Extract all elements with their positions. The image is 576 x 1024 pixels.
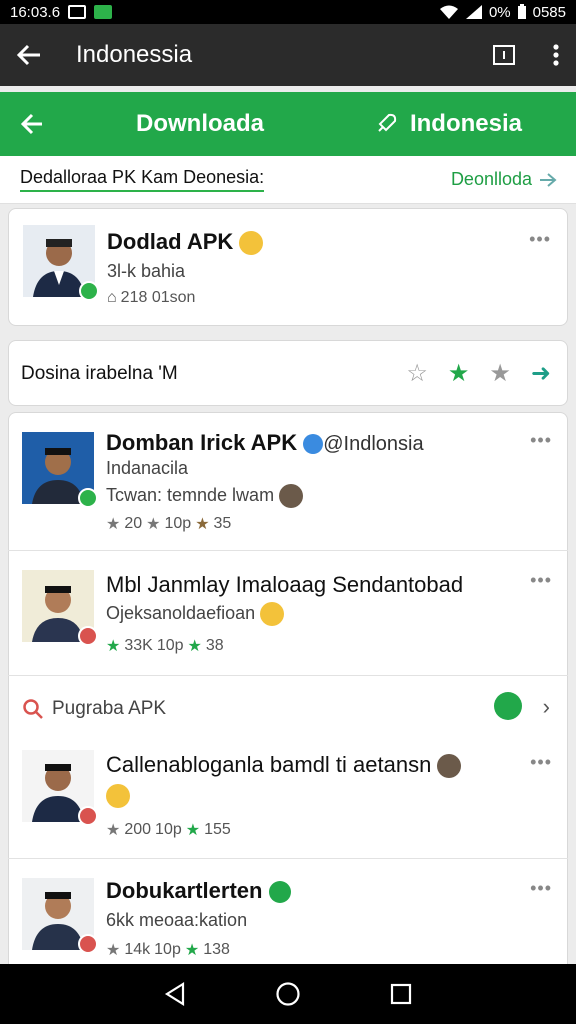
item-title: Domban Irick APK @Indlonsia — [106, 430, 424, 455]
item-subtitle: 6kk meoaa:kation — [106, 910, 248, 930]
app-meta: ⌂ 218 01son — [107, 289, 196, 306]
search-row[interactable]: Pugraba APK › — [8, 676, 568, 740]
search-icon — [23, 699, 43, 719]
verified-badge-icon — [79, 281, 99, 301]
avatar — [22, 570, 98, 646]
card-menu-icon[interactable]: ••• — [530, 430, 552, 451]
verified-green-icon — [268, 881, 291, 904]
downloads-link[interactable]: Deonlloda — [451, 169, 558, 190]
avatar — [23, 225, 99, 301]
signal-icon — [465, 5, 482, 19]
card-menu-icon[interactable]: ••• — [530, 570, 552, 591]
more-vert-icon[interactable] — [552, 43, 560, 67]
status-time: 16:03.6 — [10, 3, 61, 21]
tab-indonesia-label: Indonesia — [409, 110, 522, 137]
battery-icon — [517, 4, 526, 19]
back-arrow-icon[interactable] — [16, 44, 42, 66]
image-icon — [68, 5, 87, 19]
red-badge-icon — [78, 934, 98, 954]
star-icon: ★ — [184, 942, 200, 959]
item-meta: ★ 33K 10p ★ 38 — [106, 637, 224, 655]
avatar — [22, 878, 98, 954]
app-card[interactable]: Dodlad APK 3l-k bahia ⌂ 218 01son ••• — [8, 208, 568, 326]
red-badge-icon — [78, 626, 98, 646]
sub-header-label: Dedalloraa PK Kam Deonesia: — [20, 167, 265, 192]
item-meta: ★ 200 10p ★ 155 — [106, 821, 231, 839]
green-tab-bar: Downloada Indonesia — [0, 92, 576, 156]
card-menu-icon[interactable]: ••• — [530, 878, 552, 899]
red-badge-icon — [78, 806, 98, 826]
app-bar: Indonessia — [0, 24, 576, 86]
star-outline-icon[interactable]: ☆ — [406, 359, 428, 388]
item-title: Callenabloganla bamdl ti aetansn — [106, 752, 462, 779]
battery-percent: 0% — [488, 3, 511, 21]
forward-arrow-icon — [540, 172, 557, 187]
item-subtitle: Indanacila — [106, 458, 189, 478]
sub-header: Dedalloraa PK Kam Deonesia: Deonlloda — [0, 156, 576, 204]
star-icon: ★ — [195, 516, 210, 533]
divider — [8, 550, 568, 551]
avatar — [22, 750, 98, 826]
filter-row[interactable]: Dosina irabelna 'M ☆ ★ ★ ➜ — [8, 340, 568, 406]
item-meta: ★ 14k 10p ★ 138 — [106, 941, 230, 959]
status-right-time: 0585 — [532, 3, 566, 21]
list-item[interactable]: Domban Irick APK @Indlonsia Indanacila T… — [8, 412, 568, 548]
star-icon: ★ — [106, 516, 121, 533]
app-title: Dodlad APK — [107, 229, 264, 256]
star-filled-gray-icon[interactable]: ★ — [489, 359, 511, 388]
star-icon: ★ — [187, 638, 202, 655]
star-icon: ★ — [185, 822, 201, 839]
home-circle-icon[interactable] — [275, 981, 301, 1007]
avatar — [22, 432, 98, 508]
chevron-right-icon[interactable]: ➜ — [531, 359, 551, 388]
verified-blue-icon — [303, 434, 324, 455]
item-line3: Tcwan: temnde lwam — [106, 484, 304, 508]
rocket-icon — [378, 113, 397, 132]
search-label: Pugraba APK — [52, 698, 167, 719]
card-menu-icon[interactable]: ••• — [530, 752, 552, 773]
app-subtitle: 3l-k bahia — [107, 261, 186, 281]
item-subtitle: Ojeksanoldaefioan — [106, 602, 285, 626]
chevron-right-icon[interactable]: › — [543, 694, 550, 720]
divider — [8, 858, 568, 859]
star-icon: ★ — [106, 942, 121, 959]
item-title: Dobukartlerten — [106, 878, 291, 904]
downloads-link-label: Deonlloda — [450, 169, 532, 189]
tab-downloads[interactable]: Downloada — [136, 110, 264, 138]
window-icon[interactable] — [492, 44, 516, 66]
filter-label: Dosina irabelna 'M — [21, 363, 178, 384]
verified-badge-icon — [78, 488, 98, 508]
list-item[interactable]: Dobukartlerten 6kk meoaa:kation ★ 14k 10p… — [8, 860, 568, 964]
system-nav-bar — [0, 964, 576, 1024]
list-item[interactable]: Callenabloganla bamdl ti aetansn ★ 200 10… — [8, 740, 568, 856]
home-small-icon: ⌂ — [107, 289, 117, 306]
app-notification-icon — [94, 5, 113, 19]
status-bar: 16:03.6 0% 0585 — [0, 0, 576, 24]
star-icon: ★ — [146, 516, 161, 533]
smile-emoji-icon — [239, 231, 264, 256]
card-menu-icon[interactable]: ••• — [529, 229, 551, 250]
item-meta: ★ 20 ★ 10p ★ 35 — [106, 515, 232, 533]
thumb-icon: ★ — [106, 822, 121, 839]
triangle-back-icon[interactable] — [164, 982, 186, 1006]
wink-emoji-icon — [260, 602, 285, 626]
recent-square-icon[interactable] — [390, 983, 412, 1005]
tab-indonesia[interactable]: Indonesia — [374, 110, 522, 138]
hand-emoji-icon — [106, 784, 130, 808]
user-avatar-small — [279, 484, 304, 508]
app-title: Indonessia — [76, 41, 193, 68]
star-icon: ★ — [106, 638, 121, 655]
wifi-icon — [439, 5, 458, 19]
green-back-arrow-icon[interactable] — [20, 113, 44, 135]
item-title: Mbl Janmlay Imaloaag Sendantobad — [106, 572, 464, 597]
user-avatar-small — [437, 754, 462, 779]
whatsapp-icon[interactable] — [494, 692, 522, 720]
list-item[interactable]: Mbl Janmlay Imaloaag Sendantobad Ojeksan… — [8, 552, 568, 674]
star-filled-green-icon[interactable]: ★ — [448, 359, 470, 388]
